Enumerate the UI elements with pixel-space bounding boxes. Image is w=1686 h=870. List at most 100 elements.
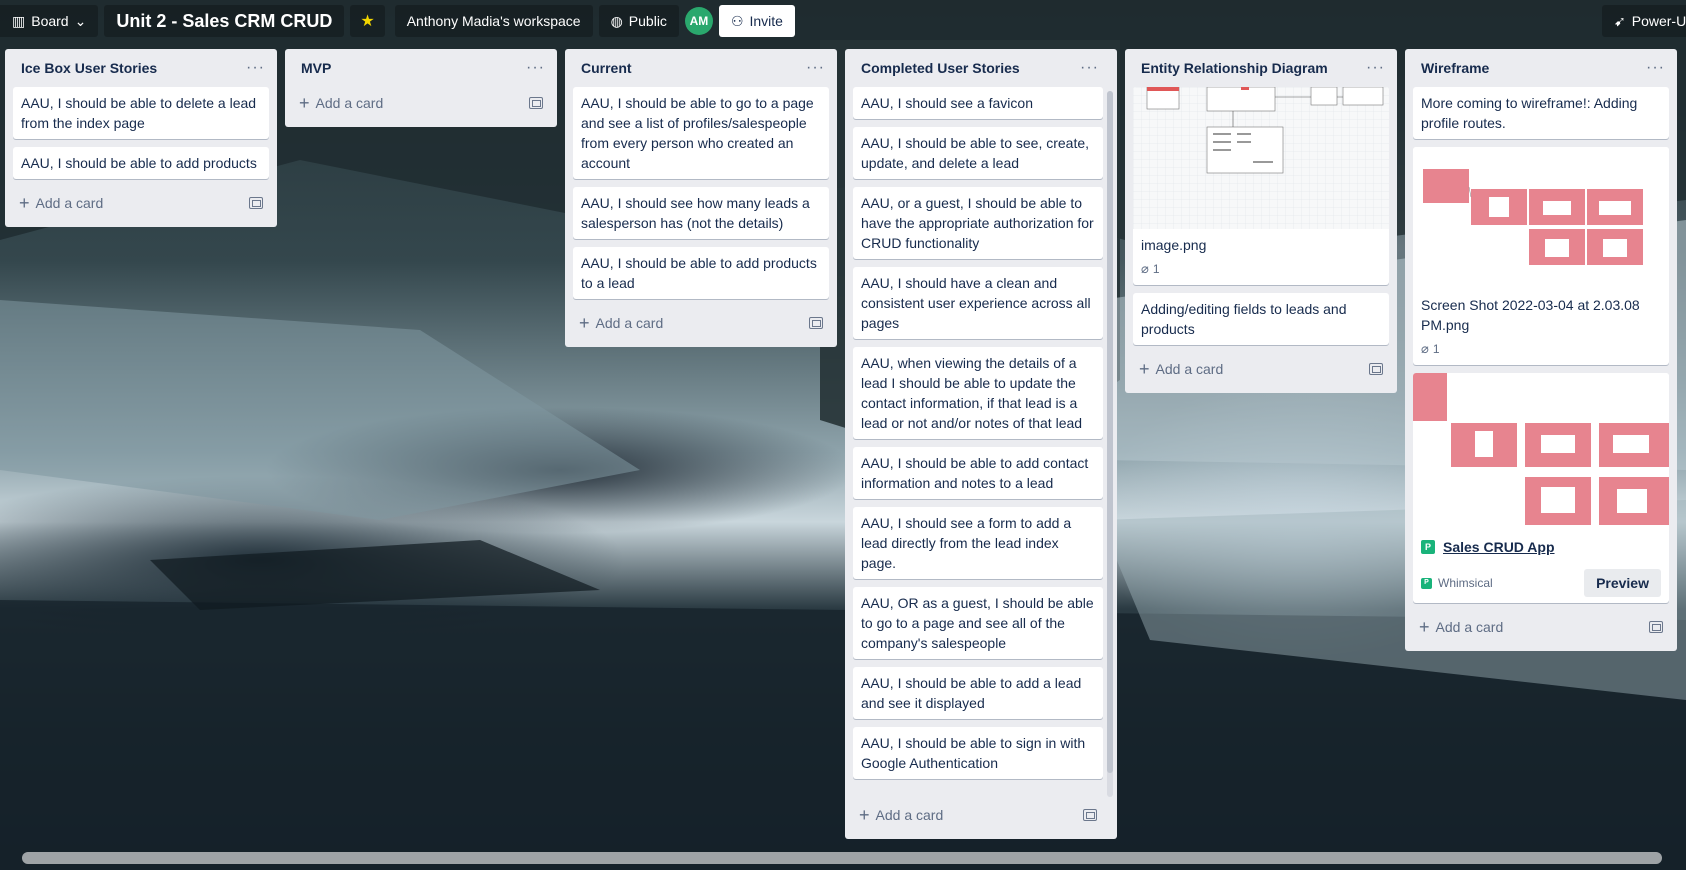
add-card-button[interactable]: + Add a card: [853, 799, 1103, 831]
card-title: image.png: [1141, 237, 1207, 253]
attachment-count: 1: [1152, 262, 1160, 276]
more-icon[interactable]: ···: [246, 60, 265, 76]
rocket-icon: ➹: [1614, 12, 1626, 29]
card[interactable]: AAU, when viewing the details of a lead …: [853, 347, 1103, 439]
list-header: Ice Box User Stories ···: [13, 49, 269, 87]
card-with-cover[interactable]: Screen Shot 2022-03-04 at 2.03.08 PM.png…: [1413, 147, 1669, 365]
list-title[interactable]: Wireframe: [1421, 60, 1489, 76]
add-card-button[interactable]: + Add a card: [573, 307, 829, 339]
card[interactable]: AAU, OR as a guest, I should be able to …: [853, 587, 1103, 659]
board-title[interactable]: Unit 2 - Sales CRM CRUD: [104, 5, 345, 37]
add-user-icon: ⚇: [730, 12, 744, 29]
list-header: MVP ···: [293, 49, 549, 87]
star-icon[interactable]: ★: [350, 5, 385, 37]
whimsical-logo-icon: P: [1421, 540, 1435, 554]
add-card-label: Add a card: [315, 95, 384, 111]
workspace-button[interactable]: Anthony Madia's workspace: [394, 5, 593, 37]
add-card-button[interactable]: + Add a card: [1133, 353, 1389, 385]
add-card-label: Add a card: [35, 195, 104, 211]
card[interactable]: AAU, I should be able to see, create, up…: [853, 127, 1103, 179]
list-scrollbar[interactable]: [1107, 91, 1113, 797]
erd-thumbnail: [1133, 87, 1389, 229]
scrollbar-thumb[interactable]: [1107, 91, 1113, 773]
invite-button[interactable]: ⚇ Invite: [718, 5, 795, 37]
list-cards: AAU, I should see a favicon AAU, I shoul…: [853, 87, 1103, 799]
list-header: Entity Relationship Diagram ···: [1133, 49, 1389, 87]
add-card-button[interactable]: + Add a card: [13, 187, 269, 219]
card-template-icon[interactable]: [809, 317, 823, 329]
card[interactable]: AAU, I should have a clean and consisten…: [853, 267, 1103, 339]
invite-label: Invite: [749, 13, 783, 29]
card[interactable]: AAU, I should be able to add products to…: [573, 247, 829, 299]
plus-icon: +: [299, 93, 310, 113]
list-title[interactable]: Current: [581, 60, 632, 76]
card[interactable]: AAU, I should be able to add contact inf…: [853, 447, 1103, 499]
card[interactable]: AAU, I should be able to go to a page an…: [573, 87, 829, 179]
card-title: Screen Shot 2022-03-04 at 2.03.08 PM.png: [1421, 297, 1640, 333]
more-icon[interactable]: ···: [526, 60, 545, 76]
powerups-button[interactable]: ➹ Power-Ups: [1602, 5, 1686, 37]
list-completed: Completed User Stories ··· AAU, I should…: [845, 49, 1117, 839]
more-icon[interactable]: ···: [806, 60, 825, 76]
attachment-badge: ⌀ 1: [1141, 259, 1381, 279]
card-cover-image: [1133, 87, 1389, 229]
add-card-label: Add a card: [595, 315, 664, 331]
card[interactable]: AAU, or a guest, I should be able to hav…: [853, 187, 1103, 259]
visibility-label: Public: [628, 13, 667, 29]
card-template-icon[interactable]: [1369, 363, 1383, 375]
attachment-count: 1: [1432, 342, 1440, 356]
visibility-button[interactable]: ◍ Public: [598, 5, 679, 37]
card-with-cover[interactable]: image.png ⌀ 1: [1133, 87, 1389, 285]
link-row: P Sales CRUD App: [1421, 537, 1661, 557]
scrollbar-thumb[interactable]: [22, 852, 1662, 864]
card[interactable]: AAU, I should see a form to add a lead d…: [853, 507, 1103, 579]
globe-icon: ◍: [610, 12, 623, 29]
card[interactable]: Adding/editing fields to leads and produ…: [1133, 293, 1389, 345]
link-footer: P Whimsical Preview: [1421, 569, 1661, 597]
avatar[interactable]: AM: [684, 7, 713, 35]
list-header: Wireframe ···: [1413, 49, 1669, 87]
card-template-icon[interactable]: [1649, 621, 1663, 633]
list-title[interactable]: Entity Relationship Diagram: [1141, 60, 1328, 76]
link-source: Whimsical: [1438, 576, 1493, 590]
more-icon[interactable]: ···: [1366, 60, 1385, 76]
board-view-switcher[interactable]: ▥ Board ⌄: [0, 5, 99, 37]
attachment-badge: ⌀ 1: [1421, 339, 1661, 359]
add-card-button[interactable]: + Add a card: [1413, 611, 1669, 643]
add-card-label: Add a card: [1435, 619, 1504, 635]
whimsical-small-icon: P: [1421, 577, 1432, 589]
more-icon[interactable]: ···: [1080, 60, 1099, 76]
card-template-icon[interactable]: [249, 197, 263, 209]
board-view-label: Board: [31, 13, 69, 29]
preview-button[interactable]: Preview: [1584, 569, 1661, 597]
board-header: ▥ Board ⌄ Unit 2 - Sales CRM CRUD ★ Anth…: [0, 0, 1686, 42]
card[interactable]: AAU, I should see a favicon: [853, 87, 1103, 119]
add-card-button[interactable]: + Add a card: [293, 87, 549, 119]
card[interactable]: AAU, I should be able to add a lead and …: [853, 667, 1103, 719]
list-title[interactable]: Ice Box User Stories: [21, 60, 157, 76]
card[interactable]: AAU, I should be able to delete a lead f…: [13, 87, 269, 139]
list-header: Current ···: [573, 49, 829, 87]
card[interactable]: AAU, I should be able to add products: [13, 147, 269, 179]
board-horizontal-scrollbar[interactable]: [22, 852, 1662, 864]
more-icon[interactable]: ···: [1646, 60, 1665, 76]
card[interactable]: AAU, I should see how many leads a sales…: [573, 187, 829, 239]
wireframe-thumbnail: [1423, 169, 1643, 265]
link-title[interactable]: Sales CRUD App: [1443, 537, 1555, 557]
chevron-down-icon: ⌄: [74, 12, 87, 29]
list-title[interactable]: MVP: [301, 60, 331, 76]
paperclip-icon: ⌀: [1141, 261, 1149, 276]
card[interactable]: More coming to wireframe!: Adding profil…: [1413, 87, 1669, 139]
list-icebox: Ice Box User Stories ··· AAU, I should b…: [5, 49, 277, 227]
plus-icon: +: [859, 805, 870, 825]
card[interactable]: AAU, I should be able to sign in with Go…: [853, 727, 1103, 779]
card-template-icon[interactable]: [529, 97, 543, 109]
card-template-icon[interactable]: [1083, 809, 1097, 821]
plus-icon: +: [1419, 617, 1430, 637]
board-icon: ▥: [12, 12, 26, 29]
list-current: Current ··· AAU, I should be able to go …: [565, 49, 837, 347]
link-card[interactable]: P Sales CRUD App P Whimsical Preview: [1413, 373, 1669, 603]
list-header: Completed User Stories ···: [853, 49, 1103, 87]
list-title[interactable]: Completed User Stories: [861, 60, 1020, 76]
list-wireframe: Wireframe ··· More coming to wireframe!:…: [1405, 49, 1677, 651]
